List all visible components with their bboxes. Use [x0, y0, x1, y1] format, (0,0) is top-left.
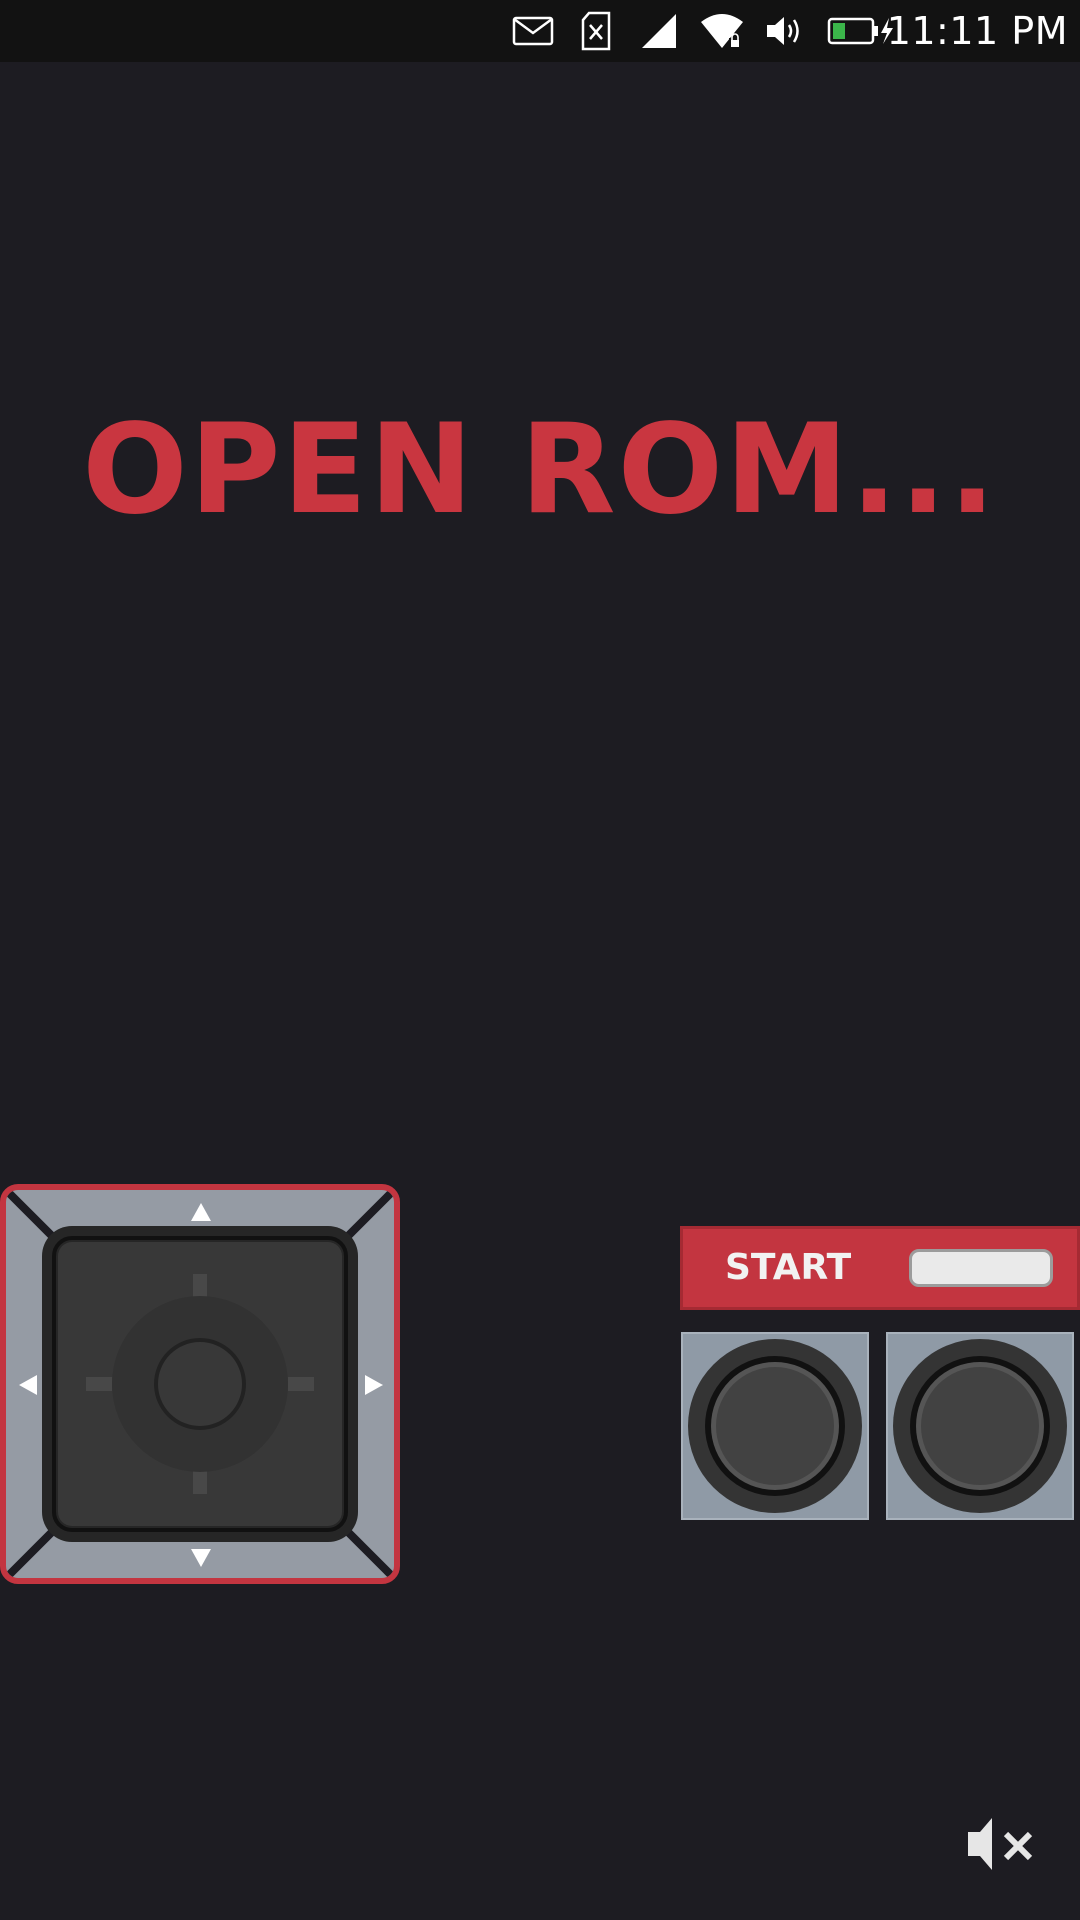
dpad-down-icon[interactable] [190, 1548, 212, 1572]
volume-icon [764, 8, 806, 54]
status-time: 11:11 PM [886, 9, 1068, 53]
start-pill[interactable] [909, 1249, 1053, 1287]
volume-mute-icon[interactable] [960, 1814, 1034, 1874]
email-icon [510, 8, 556, 54]
battery-charging-icon [826, 8, 896, 54]
status-bar: 11:11 PM [0, 0, 1080, 62]
dpad-right-icon[interactable] [364, 1374, 384, 1400]
cell-signal-icon [638, 8, 680, 54]
a-button[interactable] [886, 1332, 1074, 1520]
wifi-locked-icon [698, 8, 746, 54]
start-button[interactable]: START [680, 1226, 1080, 1310]
dpad-left-icon[interactable] [18, 1374, 38, 1400]
dpad[interactable] [0, 1184, 400, 1584]
b-button[interactable] [681, 1332, 869, 1520]
open-rom-button[interactable]: OPEN ROM... [0, 400, 1080, 540]
start-label: START [725, 1247, 852, 1288]
dpad-up-icon[interactable] [190, 1202, 212, 1226]
sim-card-missing-icon [578, 8, 614, 54]
